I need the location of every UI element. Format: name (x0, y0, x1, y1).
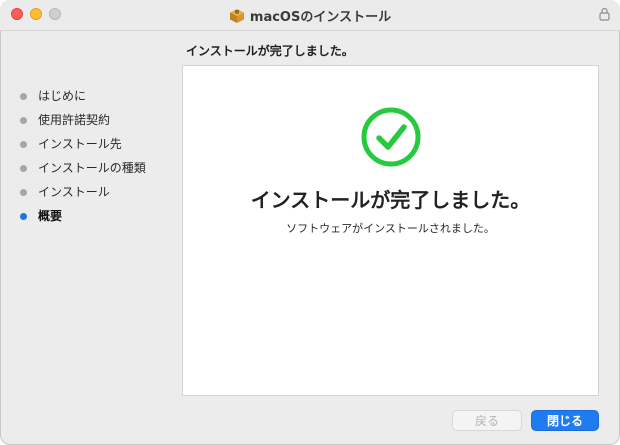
lock-icon (599, 7, 610, 21)
sidebar-step-installation: インストール (20, 183, 180, 207)
step-dot-icon (20, 165, 27, 172)
sidebar-step-label: インストール (38, 185, 110, 199)
sidebar-step-destination: インストール先 (20, 135, 180, 159)
step-dot-icon (20, 117, 27, 124)
step-dot-icon (20, 141, 27, 148)
window-title: macOSのインストール (249, 10, 392, 25)
close-button[interactable]: 閉じる (531, 410, 599, 431)
step-heading: インストールが完了しました。 (186, 44, 354, 58)
sidebar-step-label: 概要 (38, 209, 63, 223)
completion-title: インストールが完了しました。 (250, 188, 531, 212)
sidebar-step-introduction: はじめに (20, 87, 180, 111)
title-bar: macOSのインストール (0, 0, 620, 31)
sidebar-step-label: インストール先 (38, 137, 122, 151)
back-button[interactable]: 戻る (452, 410, 522, 431)
sidebar-step-installation-type: インストールの種類 (20, 159, 180, 183)
sidebar-step-label: インストールの種類 (38, 161, 146, 175)
sidebar-step-label: はじめに (38, 89, 87, 103)
content-panel: インストールが完了しました。 ソフトウェアがインストールされました。 (182, 65, 599, 396)
sidebar-step-label: 使用許諾契約 (38, 113, 111, 127)
step-dot-icon (20, 93, 27, 100)
installer-box-icon (229, 9, 244, 23)
sidebar-steps: はじめに 使用許諾契約 インストール先 インストールの種類 インストール 概要 (20, 87, 180, 231)
step-dot-icon (20, 189, 27, 196)
window-title-group: macOSのインストール (0, 6, 620, 25)
checkmark-circle-icon (361, 107, 421, 167)
installer-window: macOSのインストール インストールが完了しました。 はじめに 使用許諾契約 … (0, 0, 620, 445)
step-dot-active-icon (20, 213, 27, 220)
sidebar-step-summary: 概要 (20, 207, 180, 231)
sidebar-step-license: 使用許諾契約 (20, 111, 180, 135)
completion-message: ソフトウェアがインストールされました。 (286, 222, 495, 235)
